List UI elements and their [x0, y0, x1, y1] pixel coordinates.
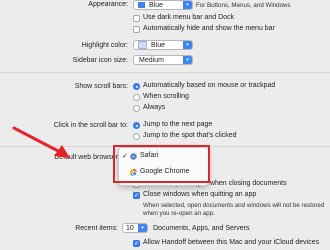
annotation-arrow-icon: [12, 126, 70, 158]
